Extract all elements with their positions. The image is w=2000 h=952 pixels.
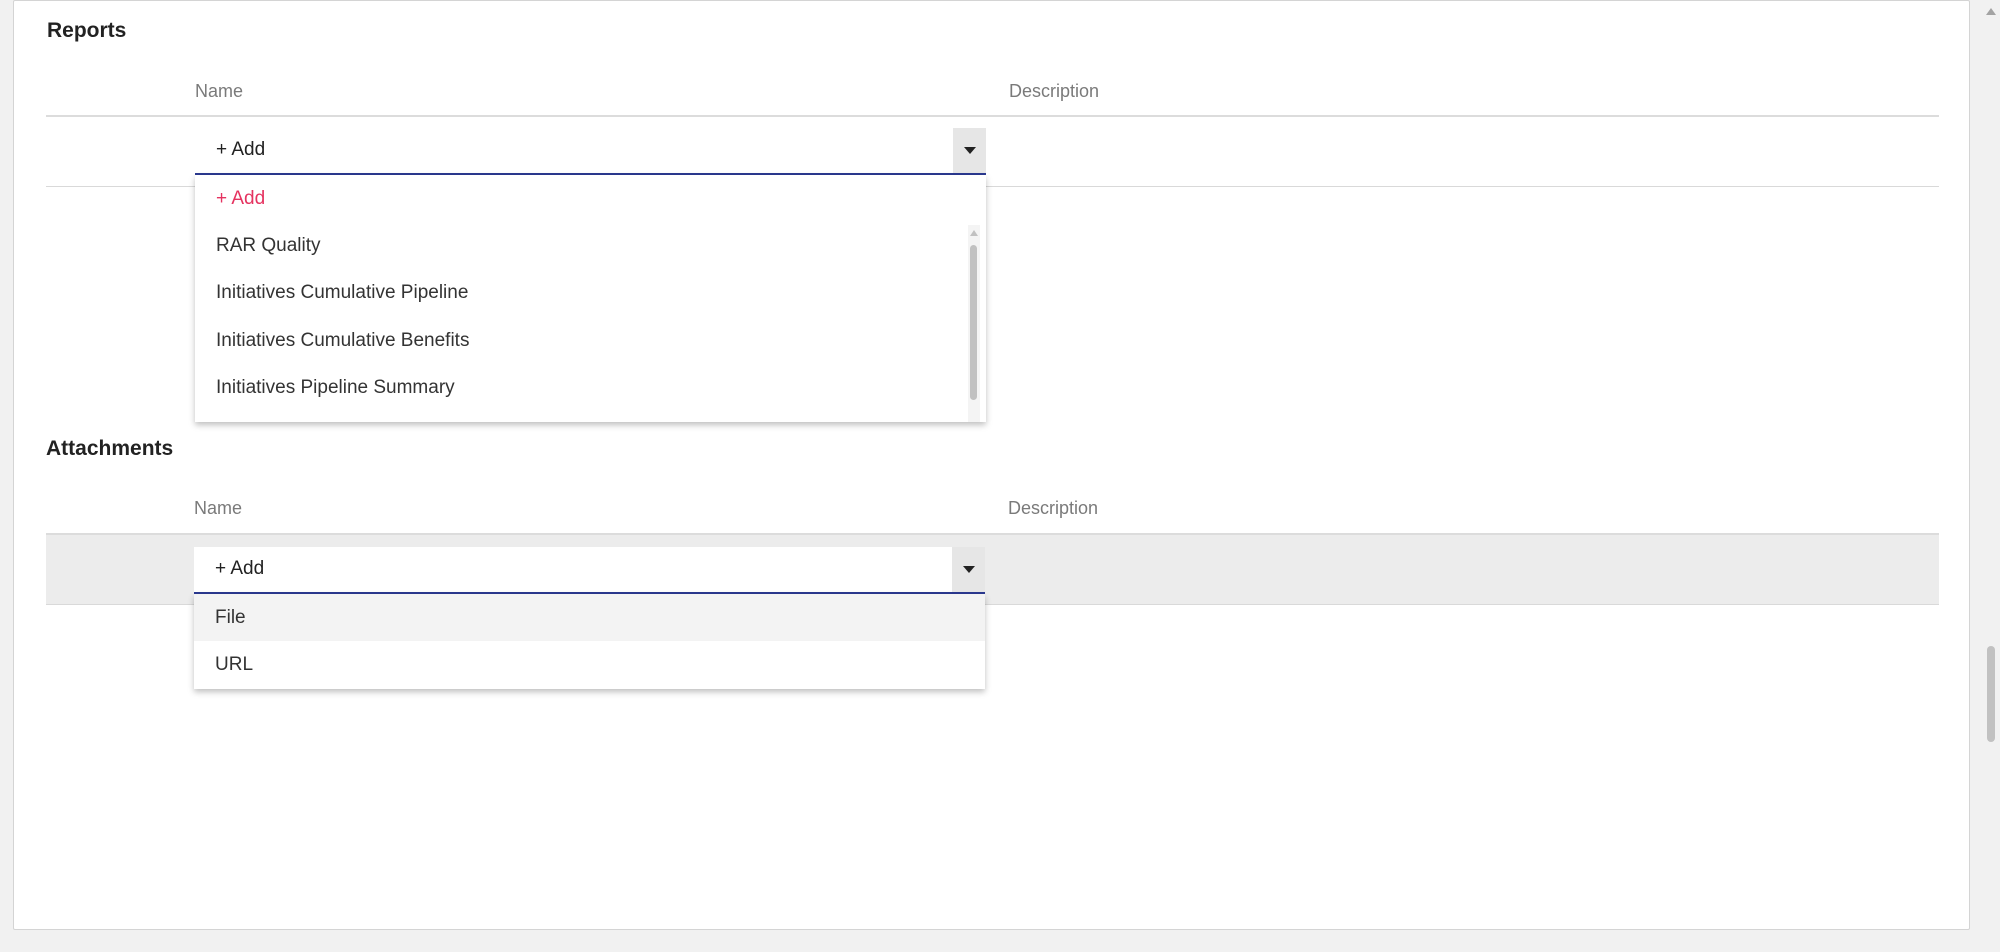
scroll-up-arrow-icon[interactable] — [1986, 8, 1996, 15]
attachments-select-value: + Add — [215, 558, 265, 579]
reports-section-title: Reports — [47, 19, 127, 42]
attachments-section-title: Attachments — [46, 437, 174, 460]
reports-option-initiatives-cumulative-pipeline[interactable]: Initiatives Cumulative Pipeline — [195, 269, 986, 316]
attachments-option-url[interactable]: URL — [194, 641, 985, 688]
reports-menu-scrollbar[interactable] — [968, 225, 980, 422]
reports-name-column-header: Name — [195, 81, 244, 101]
reports-option-initiatives-pipeline-summary[interactable]: Initiatives Pipeline Summary — [195, 364, 986, 411]
attachments-add-select[interactable]: + Add — [194, 547, 985, 594]
attachments-options-menu: File URL — [194, 594, 985, 689]
attachments-description-column-header: Description — [1008, 498, 1099, 518]
reports-select-toggle[interactable] — [953, 128, 986, 173]
reports-option-initiatives-cumulative-benefits[interactable]: Initiatives Cumulative Benefits — [195, 317, 986, 364]
reports-description-column-header: Description — [1009, 81, 1100, 101]
reports-option-rar-quality[interactable]: RAR Quality — [195, 222, 986, 269]
reports-add-select[interactable]: + Add — [195, 128, 986, 175]
reports-menu-scroll-thumb[interactable] — [970, 245, 977, 400]
reports-select-value: + Add — [216, 139, 266, 160]
attachments-select-toggle[interactable] — [952, 547, 985, 592]
page-scroll-thumb[interactable] — [1987, 646, 1995, 742]
caret-down-icon — [963, 147, 976, 154]
attachments-option-file[interactable]: File — [194, 594, 985, 641]
reports-options-menu: + Add RAR Quality Initiatives Cumulative… — [195, 175, 986, 422]
scroll-up-arrow-icon[interactable] — [970, 230, 978, 236]
attachments-name-column-header: Name — [194, 498, 243, 518]
caret-down-icon — [962, 566, 975, 573]
reports-header-divider — [46, 115, 1939, 117]
page-scrollbar[interactable] — [1981, 0, 2000, 952]
reports-option-add[interactable]: + Add — [195, 175, 986, 222]
